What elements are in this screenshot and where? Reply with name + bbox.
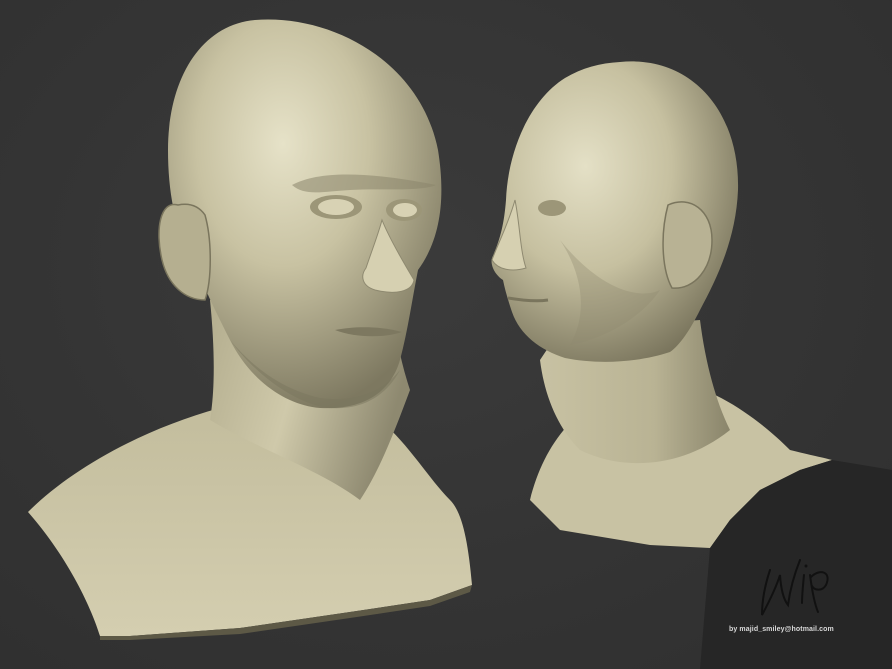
eye-right [393, 203, 417, 217]
ear-left-bust [158, 203, 211, 301]
author-credit: by majid_smiley@hotmail.com [729, 626, 834, 633]
bust-side-profile [491, 61, 892, 669]
sculpt-render [28, 19, 892, 669]
render-viewport: by majid_smiley@hotmail.com [0, 0, 892, 669]
eye-left [318, 199, 354, 215]
bust-three-quarter [28, 19, 472, 640]
signature-i-dot [804, 564, 808, 568]
eye-right-bust [538, 200, 566, 216]
